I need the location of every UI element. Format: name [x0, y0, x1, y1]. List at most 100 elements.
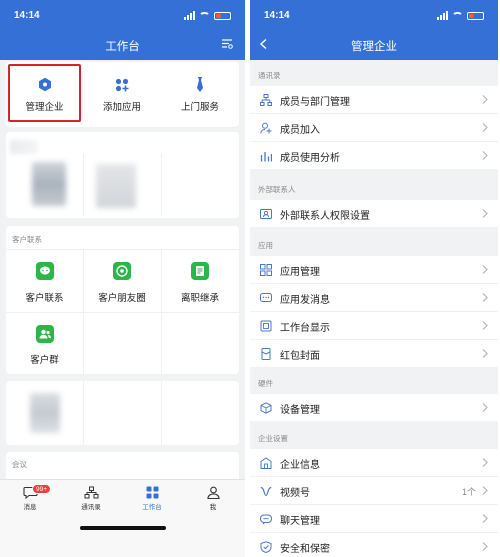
signal-icon [184, 11, 195, 20]
row-value: 1个 [461, 487, 476, 497]
chevron-right-icon [482, 349, 488, 358]
blurred-app-icon [30, 393, 60, 433]
settings-row[interactable]: 成员与部门管理 [250, 86, 498, 113]
chevron-right-icon [482, 321, 488, 330]
row-label: 应用管理 [280, 267, 320, 278]
settings-row[interactable]: 成员加入 [250, 114, 498, 141]
chevron-right-icon [482, 486, 488, 495]
shield-icon [260, 541, 272, 553]
bottom-tab-bar: 99+ 消息 通讯录 工作台 我 [0, 479, 245, 557]
org-tree-icon [260, 94, 272, 106]
blurred-app-icon [96, 164, 136, 208]
tab-messages[interactable]: 99+ 消息 [10, 484, 52, 511]
chevron-right-icon [482, 542, 488, 551]
chat-manage-icon [260, 514, 272, 525]
settings-row[interactable]: 成员使用分析 [250, 142, 498, 169]
row-label: 外部联系人权限设置 [280, 211, 370, 222]
settings-row[interactable]: 视频号 1个 [250, 477, 498, 504]
row-label: 安全和保密 [280, 544, 330, 555]
settings-filter-icon[interactable] [221, 38, 233, 49]
customer-moments-app[interactable]: 客户朋友圈 [83, 250, 161, 312]
row-label: 企业信息 [280, 460, 320, 471]
wifi-icon [452, 11, 463, 20]
moments-icon [113, 262, 131, 280]
workbench-icon [146, 486, 158, 499]
chevron-right-icon [482, 458, 488, 467]
unread-badge: 99+ [32, 484, 52, 494]
channels-icon [260, 486, 272, 497]
chevron-right-icon [482, 403, 488, 412]
tie-service-icon [197, 77, 203, 92]
section-title: 客户联系 [12, 235, 42, 244]
chevron-right-icon [482, 123, 488, 132]
onsite-service-button[interactable]: 上门服务 [161, 62, 239, 127]
manage-enterprise-screen: 14:14 管理企业 通讯录 成员与部门管理 成员加入 成员使用分析 外部联系人 外部联系… [250, 0, 498, 557]
customer-contact-app[interactable]: 客户联系 [6, 250, 83, 312]
add-app-button[interactable]: 添加应用 [83, 62, 161, 127]
red-packet-icon [261, 348, 271, 360]
blurred-content [10, 140, 38, 154]
status-time: 14:14 [264, 10, 290, 21]
battery-icon [467, 11, 484, 20]
settings-row[interactable]: 应用管理 [250, 256, 498, 283]
settings-row[interactable]: 设备管理 [250, 394, 498, 421]
add-apps-icon [115, 78, 129, 92]
building-icon [260, 457, 272, 469]
document-icon [191, 262, 209, 280]
row-label: 成员使用分析 [280, 153, 340, 164]
page-title: 工作台 [105, 41, 140, 53]
home-indicator [80, 526, 166, 530]
settings-row[interactable]: 安全和保密 [250, 533, 498, 557]
customer-group-app[interactable]: 客户群 [6, 313, 83, 374]
contacts-icon [84, 486, 98, 499]
section-title: 外部联系人 [258, 185, 296, 194]
section-title: 硬件 [258, 379, 273, 388]
battery-icon [214, 11, 231, 20]
signal-icon [437, 11, 448, 20]
top-bar: 14:14 管理企业 [250, 0, 498, 60]
settings-row[interactable]: 外部联系人权限设置 [250, 200, 498, 227]
wifi-icon [199, 11, 210, 20]
settings-row[interactable]: 工作台显示 [250, 312, 498, 339]
row-label: 成员与部门管理 [280, 97, 350, 108]
chat-bubble-icon [35, 262, 54, 280]
chevron-right-icon [482, 293, 488, 302]
chevron-right-icon [482, 151, 488, 160]
row-label: 视频号 [280, 488, 310, 499]
group-icon [35, 325, 54, 343]
message-box-icon [260, 293, 272, 302]
row-label: 应用发消息 [280, 295, 330, 306]
app-grid-icon [260, 264, 272, 276]
chevron-right-icon [482, 265, 488, 274]
workbench-screen: 14:14 工作台 管理企业 添加应用 上门服务 客户联系 客户联系 客户朋友圈… [0, 0, 245, 557]
add-member-icon [260, 122, 272, 134]
row-label: 设备管理 [280, 405, 320, 416]
device-box-icon [260, 402, 272, 414]
section-title: 会议 [12, 460, 27, 469]
top-bar: 14:14 工作台 [0, 0, 245, 60]
section-title: 企业设置 [258, 434, 288, 443]
status-bar: 14:14 [250, 8, 498, 24]
blurred-apps-card [6, 132, 239, 218]
settings-row[interactable]: 应用发消息 [250, 284, 498, 311]
tab-contacts[interactable]: 通讯录 [71, 486, 111, 511]
profile-icon [206, 486, 220, 499]
row-label: 成员加入 [280, 125, 320, 136]
customer-contact-card: 客户联系 客户联系 客户朋友圈 离职继承 客户群 [6, 226, 239, 374]
row-label: 聊天管理 [280, 516, 320, 527]
blurred-apps-card [6, 381, 239, 445]
status-bar: 14:14 [0, 8, 245, 24]
row-label: 工作台显示 [280, 323, 330, 334]
settings-row[interactable]: 聊天管理 [250, 505, 498, 532]
resignation-inherit-app[interactable]: 离职继承 [161, 250, 239, 312]
blurred-app-icon [32, 162, 66, 206]
settings-row[interactable]: 企业信息 [250, 449, 498, 476]
tab-workbench[interactable]: 工作台 [132, 486, 172, 511]
chevron-right-icon [482, 95, 488, 104]
bar-chart-icon [260, 152, 272, 162]
tab-me[interactable]: 我 [193, 486, 233, 511]
settings-row[interactable]: 红包封面 [250, 340, 498, 367]
display-icon [260, 320, 272, 332]
row-label: 红包封面 [280, 351, 320, 362]
chevron-right-icon [482, 209, 488, 218]
